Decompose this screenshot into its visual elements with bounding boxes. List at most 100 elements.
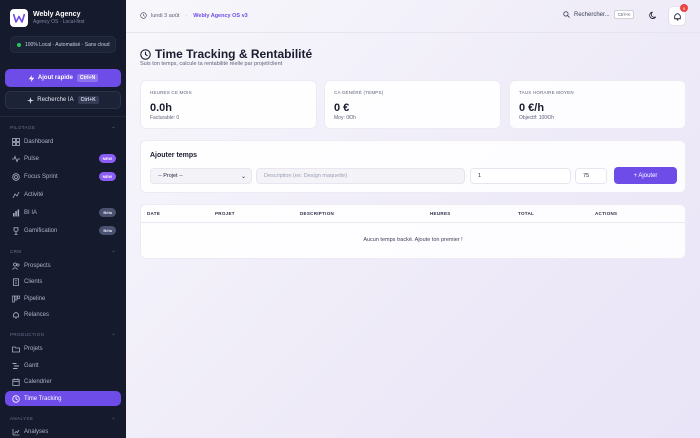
lightning-icon [28, 74, 35, 82]
sidebar-item-label: Prospects [24, 262, 51, 269]
section-crm[interactable]: CRM ⌄ [10, 248, 116, 254]
ai-search-label: Recherche IA [37, 97, 74, 103]
search-label: Rechercher... [574, 11, 610, 18]
new-badge: NEW [98, 172, 116, 181]
section-pilotage[interactable]: PILOTAGE ⌄ [10, 124, 116, 130]
column-header-total[interactable]: TOTAL [518, 211, 534, 216]
page-subtitle: Suis ton temps, calcule ta rentabilité r… [140, 61, 283, 67]
building-icon [11, 277, 20, 286]
sidebar-item-analyses[interactable]: Analyses [5, 424, 121, 438]
section-label: PRODUCTION [10, 331, 45, 337]
bell-icon [11, 310, 20, 319]
sidebar-item-dashboard[interactable]: Dashboard [5, 134, 121, 149]
sidebar-item-prospects[interactable]: Prospects [5, 258, 121, 273]
stat-card-hours: HEURES CE MOIS 0.0h Facturable: 0 [140, 80, 317, 129]
clock-icon [11, 394, 20, 403]
column-header-projet[interactable]: PROJET [215, 211, 235, 216]
column-header-description[interactable]: DESCRIPTION [300, 211, 334, 216]
sidebar: Webly Agency Agency OS · Local-first 100… [0, 0, 126, 438]
description-input[interactable]: Description (ex: Design maquette) [256, 168, 465, 184]
sidebar-item-relances[interactable]: Relances [5, 307, 121, 322]
sidebar-item-label: Calendrier [24, 378, 52, 385]
chevron-down-icon: ⌄ [111, 248, 116, 254]
ai-search-shortcut: Ctrl+K [77, 96, 99, 104]
clock-icon [140, 12, 147, 19]
status-dot-icon [17, 42, 21, 47]
sidebar-item-gantt[interactable]: Gantt [5, 358, 121, 373]
gantt-icon [11, 361, 20, 370]
sidebar-item-activite[interactable]: Activité [5, 187, 121, 202]
clock-icon [140, 48, 151, 60]
sidebar-item-label: Clients [24, 278, 43, 285]
sidebar-item-gamification[interactable]: Gamification Bêta [5, 223, 121, 238]
sidebar-item-focus-sprint[interactable]: Focus Sprint NEW [5, 169, 121, 184]
beta-badge: Bêta [99, 208, 116, 217]
sidebar-item-label: Dashboard [24, 138, 54, 145]
app-version: Webly Agency OS v3 [193, 12, 248, 19]
global-search-button[interactable]: Rechercher... Ctrl+K [563, 10, 635, 19]
sidebar-item-label: BI IA [24, 209, 38, 216]
local-status-text: 100% Local · Automatisé · Sans cloud [25, 41, 110, 48]
bell-icon [673, 12, 681, 21]
section-label: PILOTAGE [10, 124, 36, 130]
quick-add-label: Ajout rapide [37, 75, 73, 81]
column-header-heures[interactable]: HEURES [430, 211, 451, 216]
sidebar-item-calendrier[interactable]: Calendrier [5, 374, 121, 389]
stat-sub: Moy: 0€/h [334, 115, 356, 121]
local-status: 100% Local · Automatisé · Sans cloud [10, 36, 116, 53]
hours-value: 1 [478, 173, 482, 179]
quick-add-button[interactable]: Ajout rapide Ctrl+N [5, 69, 121, 87]
brand-logo-icon [10, 9, 28, 27]
stat-sub: Facturable: 0 [150, 115, 180, 121]
theme-toggle-button[interactable] [649, 11, 658, 22]
moon-icon [649, 11, 657, 19]
sidebar-item-label: Activité [24, 191, 44, 198]
project-select[interactable]: -- Projet -- ⌄ [150, 168, 252, 184]
sidebar-item-label: Time Tracking [24, 395, 62, 402]
section-production[interactable]: PRODUCTION ⌄ [10, 331, 116, 337]
project-select-value: -- Projet -- [158, 173, 183, 179]
breadcrumb-separator: · [185, 12, 188, 19]
users-icon [11, 261, 20, 270]
brand[interactable]: Webly Agency Agency OS · Local-first [10, 9, 84, 27]
section-label: CRM [10, 248, 22, 254]
stat-label: TAUX HORAIRE MOYEN [519, 90, 574, 95]
pulse-icon [11, 154, 20, 163]
quick-add-shortcut: Ctrl+N [76, 74, 99, 82]
target-icon [11, 172, 20, 181]
grid-icon [11, 137, 20, 146]
chevron-down-icon: ⌄ [111, 331, 116, 337]
add-time-button[interactable]: + Ajouter [614, 167, 677, 184]
search-shortcut: Ctrl+K [613, 10, 635, 19]
section-label: ANALYSE [10, 415, 34, 421]
sidebar-item-label: Gamification [24, 227, 58, 234]
rate-input[interactable]: 75 [575, 168, 607, 184]
stat-label: HEURES CE MOIS [150, 90, 192, 95]
sidebar-item-projets[interactable]: Projets [5, 341, 121, 356]
breadcrumb: lundi 3 août · Webly Agency OS v3 [140, 12, 248, 19]
pipeline-icon [11, 294, 20, 303]
page-header: Time Tracking & Rentabilité [140, 47, 312, 61]
hours-input[interactable]: 1 [470, 168, 571, 184]
main-content: lundi 3 août · Webly Agency OS v3 Recher… [126, 0, 700, 438]
chevron-down-icon: ⌄ [111, 124, 116, 130]
trophy-icon [11, 226, 20, 235]
current-date: lundi 3 août [151, 12, 180, 19]
stat-card-revenue: CA GÉNÉRÉ (TEMPS) 0 € Moy: 0€/h [324, 80, 501, 129]
sidebar-item-time-tracking[interactable]: Time Tracking [5, 391, 121, 406]
sidebar-item-label: Projets [24, 345, 43, 352]
column-header-date[interactable]: DATE [147, 211, 160, 216]
divider [0, 116, 126, 117]
sidebar-item-pulse[interactable]: Pulse NEW [5, 151, 121, 166]
stat-value: 0.0h [150, 102, 173, 114]
stat-sub: Objectif: 100€/h [519, 115, 555, 121]
sidebar-item-label: Pulse [24, 155, 40, 162]
section-analyse[interactable]: ANALYSE ⌄ [10, 415, 116, 421]
ai-search-button[interactable]: Recherche IA Ctrl+K [5, 91, 121, 109]
column-header-actions[interactable]: ACTIONS [595, 211, 617, 216]
sidebar-item-pipeline[interactable]: Pipeline [5, 291, 121, 306]
sidebar-item-clients[interactable]: Clients [5, 274, 121, 289]
notifications-button[interactable]: 5 [668, 4, 688, 26]
description-placeholder: Description (ex: Design maquette) [264, 173, 348, 179]
sidebar-item-bi-ia[interactable]: BI IA Bêta [5, 205, 121, 220]
